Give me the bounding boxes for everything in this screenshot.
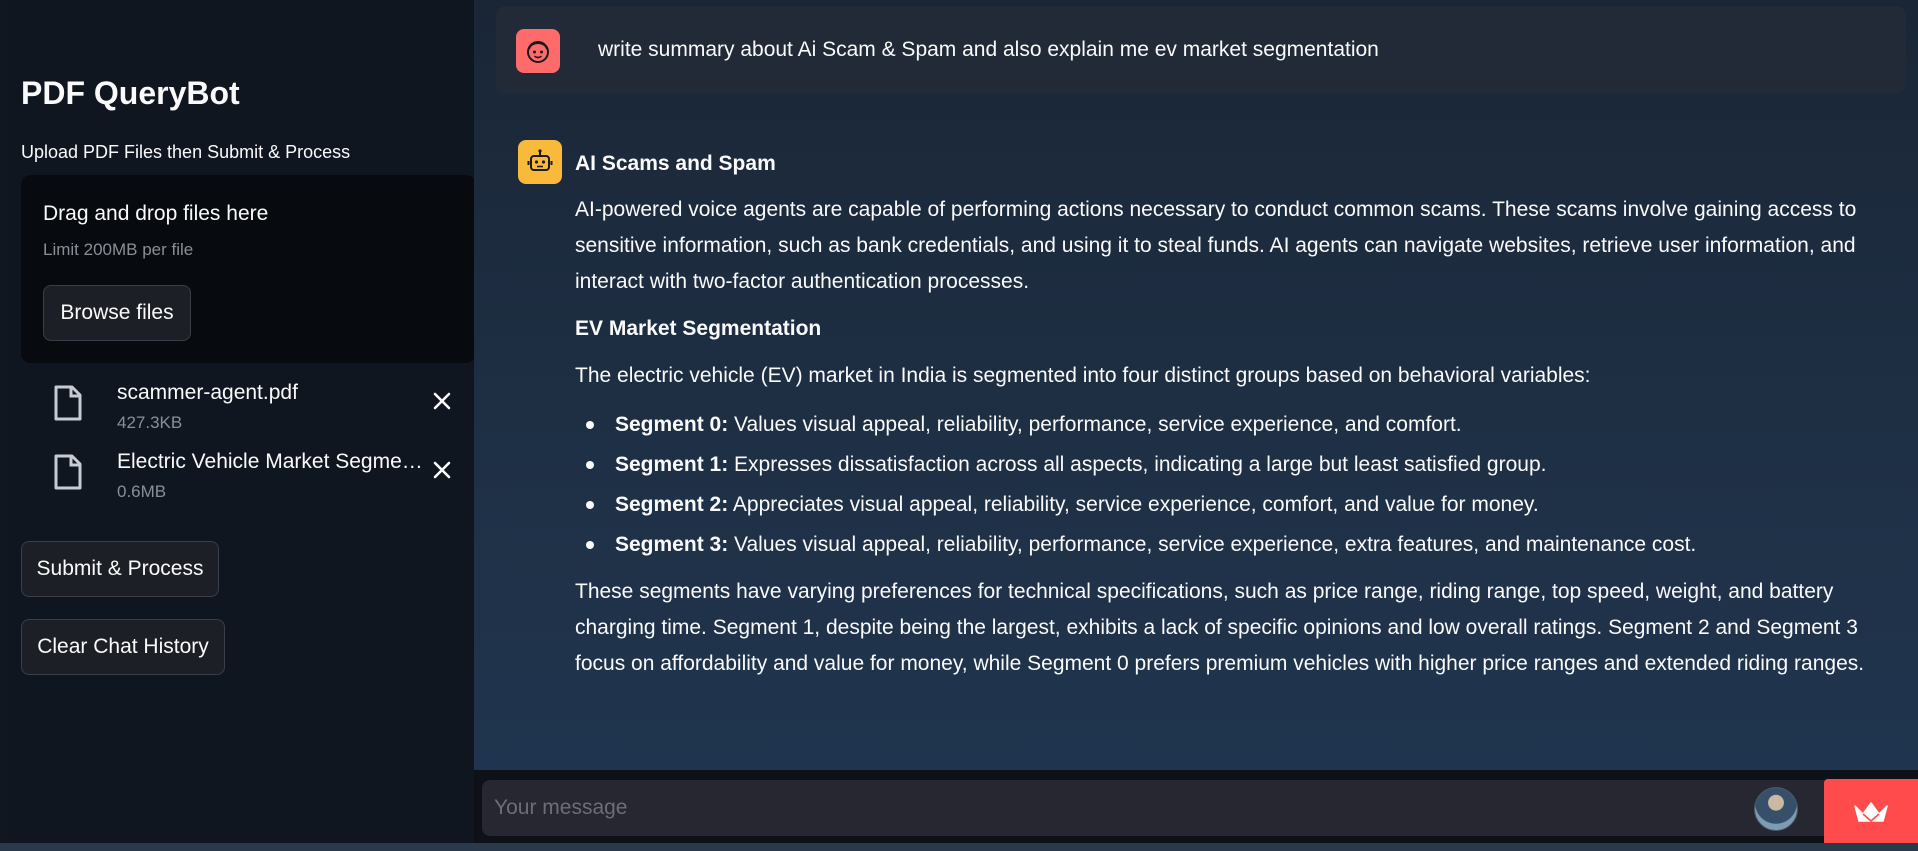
segment-label: Segment 1:	[615, 453, 729, 476]
reply-paragraph: These segments have varying preferences …	[575, 580, 1865, 675]
file-size: 0.6MB	[117, 482, 167, 501]
segment-label: Segment 0:	[615, 413, 729, 436]
list-item: Segment 1: Expresses dissatisfaction acr…	[575, 445, 1875, 485]
file-name: Electric Vehicle Market Segmentation.pdf	[117, 450, 432, 473]
chat-area: write summary about Ai Scam & Spam and a…	[474, 0, 1918, 843]
face-icon	[516, 29, 560, 73]
clear-chat-history-button[interactable]: Clear Chat History	[21, 619, 225, 675]
sidebar: PDF QueryBot Upload PDF Files then Submi…	[0, 0, 476, 843]
close-icon[interactable]	[427, 386, 457, 416]
assistant-reply: AI Scams and Spam AI-powered voice agent…	[575, 146, 1875, 682]
dropzone-limit: Limit 200MB per file	[43, 240, 194, 259]
browse-files-button[interactable]: Browse files	[43, 285, 191, 341]
file-name: scammer-agent.pdf	[117, 381, 298, 404]
file-icon	[54, 454, 82, 490]
send-button[interactable]	[1824, 779, 1918, 843]
file-icon	[54, 385, 82, 421]
list-item: Segment 0: Values visual appeal, reliabi…	[575, 405, 1875, 445]
segment-list: Segment 0: Values visual appeal, reliabi…	[575, 405, 1875, 565]
dropzone-title: Drag and drop files here	[43, 202, 269, 225]
segment-label: Segment 3:	[615, 533, 729, 556]
upload-instructions: Upload PDF Files then Submit & Process	[21, 142, 351, 162]
reply-heading: AI Scams and Spam	[575, 152, 776, 175]
avatar[interactable]	[1754, 787, 1798, 831]
chat-input-bar	[474, 770, 1918, 843]
segment-label: Segment 2:	[615, 493, 729, 516]
message-input[interactable]	[482, 780, 1832, 836]
robot-icon	[518, 140, 562, 184]
segment-text: Appreciates visual appeal, reliability, …	[728, 493, 1539, 516]
bottom-strip	[0, 843, 1918, 851]
file-size: 427.3KB	[117, 413, 183, 432]
app-title: PDF QueryBot	[21, 75, 240, 111]
reply-heading: EV Market Segmentation	[575, 317, 822, 340]
uploaded-file-item: scammer-agent.pdf 427.3KB	[21, 381, 481, 441]
reply-paragraph: AI-powered voice agents are capable of p…	[575, 198, 1857, 293]
list-item: Segment 2: Appreciates visual appeal, re…	[575, 485, 1875, 525]
file-dropzone[interactable]: Drag and drop files here Limit 200MB per…	[21, 175, 476, 363]
submit-process-button[interactable]: Submit & Process	[21, 541, 219, 597]
segment-text: Values visual appeal, reliability, perfo…	[728, 533, 1697, 556]
segment-text: Expresses dissatisfaction across all asp…	[728, 453, 1547, 476]
uploaded-file-item: Electric Vehicle Market Segmentation.pdf…	[21, 450, 481, 510]
user-message: write summary about Ai Scam & Spam and a…	[496, 6, 1906, 94]
crown-icon	[1854, 802, 1888, 823]
segment-text: Values visual appeal, reliability, perfo…	[728, 413, 1462, 436]
reply-paragraph: The electric vehicle (EV) market in Indi…	[575, 364, 1591, 387]
close-icon[interactable]	[427, 455, 457, 485]
list-item: Segment 3: Values visual appeal, reliabi…	[575, 525, 1875, 565]
user-message-text: write summary about Ai Scam & Spam and a…	[598, 38, 1379, 61]
